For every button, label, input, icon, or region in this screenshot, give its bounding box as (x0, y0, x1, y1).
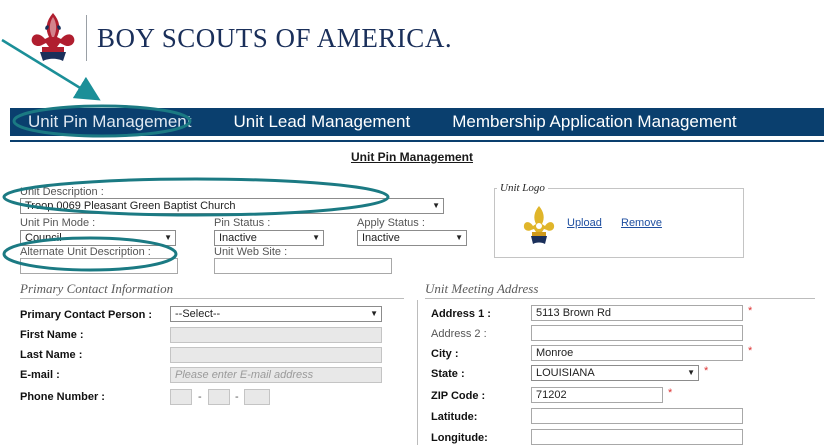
tab-membership-application-management[interactable]: Membership Application Management (452, 112, 736, 132)
required-asterisk: * (748, 305, 753, 317)
section-divider (417, 300, 418, 445)
remove-logo-link[interactable]: Remove (621, 217, 662, 229)
primary-contact-heading: Primary Contact Information (20, 281, 174, 296)
tab-unit-pin-management[interactable]: Unit Pin Management (28, 112, 191, 132)
state-value: LOUISIANA (536, 367, 595, 379)
latitude-input[interactable] (531, 408, 743, 424)
fleur-de-lis-emblem-icon (31, 13, 75, 61)
longitude-label: Longitude: (431, 432, 488, 444)
chevron-down-icon: ▼ (687, 368, 695, 377)
chevron-down-icon: ▼ (312, 233, 320, 242)
first-name-label: First Name : (20, 329, 84, 341)
phone-line-input[interactable] (244, 389, 270, 405)
zip-code-input[interactable]: 71202 (531, 387, 663, 403)
pin-status-label: Pin Status : (214, 217, 271, 229)
address-heading-rule (425, 298, 815, 299)
phone-separator: - (198, 391, 202, 403)
tab-unit-lead-management[interactable]: Unit Lead Management (233, 112, 410, 132)
state-label: State : (431, 368, 465, 380)
meeting-address-heading: Unit Meeting Address (425, 281, 539, 296)
latitude-label: Latitude: (431, 411, 478, 423)
zip-code-label: ZIP Code : (431, 390, 486, 402)
longitude-input[interactable] (531, 429, 743, 445)
required-asterisk: * (704, 365, 709, 377)
address2-input[interactable] (531, 325, 743, 341)
email-label: E-mail : (20, 369, 60, 381)
unit-logo-legend: Unit Logo (497, 182, 548, 194)
apply-status-select[interactable]: Inactive ▼ (357, 230, 467, 246)
last-name-label: Last Name : (20, 349, 83, 361)
chevron-down-icon: ▼ (432, 201, 440, 210)
unit-web-site-input[interactable] (214, 258, 392, 274)
chevron-down-icon: ▼ (370, 309, 378, 318)
chevron-down-icon: ▼ (455, 233, 463, 242)
fleur-de-lis-icon (523, 206, 555, 244)
address2-label: Address 2 : (431, 328, 487, 340)
unit-pin-mode-label: Unit Pin Mode : (20, 217, 96, 229)
apply-status-value: Inactive (362, 232, 400, 244)
main-nav: Unit Pin Management Unit Lead Management… (10, 108, 824, 136)
phone-separator: - (235, 391, 239, 403)
last-name-input[interactable] (170, 347, 382, 363)
alternate-description-input[interactable] (20, 258, 178, 274)
primary-contact-person-label: Primary Contact Person : (20, 309, 153, 321)
phone-number-label: Phone Number : (20, 391, 105, 403)
unit-description-select[interactable]: Troop 0069 Pleasant Green Baptist Church… (20, 198, 444, 214)
apply-status-label: Apply Status : (357, 217, 425, 229)
required-asterisk: * (668, 387, 673, 399)
primary-contact-person-select[interactable]: --Select-- ▼ (170, 306, 382, 322)
contact-heading-rule (20, 298, 404, 299)
upload-logo-link[interactable]: Upload (567, 217, 602, 229)
page-title: Unit Pin Management (350, 150, 473, 164)
unit-description-value: Troop 0069 Pleasant Green Baptist Church (25, 200, 236, 212)
logo-divider (86, 15, 87, 61)
brand-name: BOY SCOUTS OF AMERICA. (97, 22, 453, 53)
alternate-description-label: Alternate Unit Description : (20, 246, 151, 258)
address1-label: Address 1 : (431, 308, 491, 320)
required-asterisk: * (748, 345, 753, 357)
state-select[interactable]: LOUISIANA ▼ (531, 365, 699, 381)
unit-pin-mode-value: Council (25, 232, 62, 244)
pin-status-select[interactable]: Inactive ▼ (214, 230, 324, 246)
unit-description-label: Unit Description : (20, 186, 104, 198)
pin-status-value: Inactive (219, 232, 257, 244)
bsa-logo: BOY SCOUTS OF AMERICA. (28, 8, 452, 68)
city-label: City : (431, 348, 459, 360)
city-input[interactable]: Monroe (531, 345, 743, 361)
unit-web-site-label: Unit Web Site : (214, 246, 288, 258)
chevron-down-icon: ▼ (164, 233, 172, 242)
phone-prefix-input[interactable] (208, 389, 230, 405)
unit-pin-mode-select[interactable]: Council ▼ (20, 230, 176, 246)
nav-underline (10, 140, 824, 142)
address1-input[interactable]: 5113 Brown Rd (531, 305, 743, 321)
email-input[interactable]: Please enter E-mail address (170, 367, 382, 383)
phone-area-code-input[interactable] (170, 389, 192, 405)
primary-contact-person-value: --Select-- (175, 308, 221, 320)
first-name-input[interactable] (170, 327, 382, 343)
